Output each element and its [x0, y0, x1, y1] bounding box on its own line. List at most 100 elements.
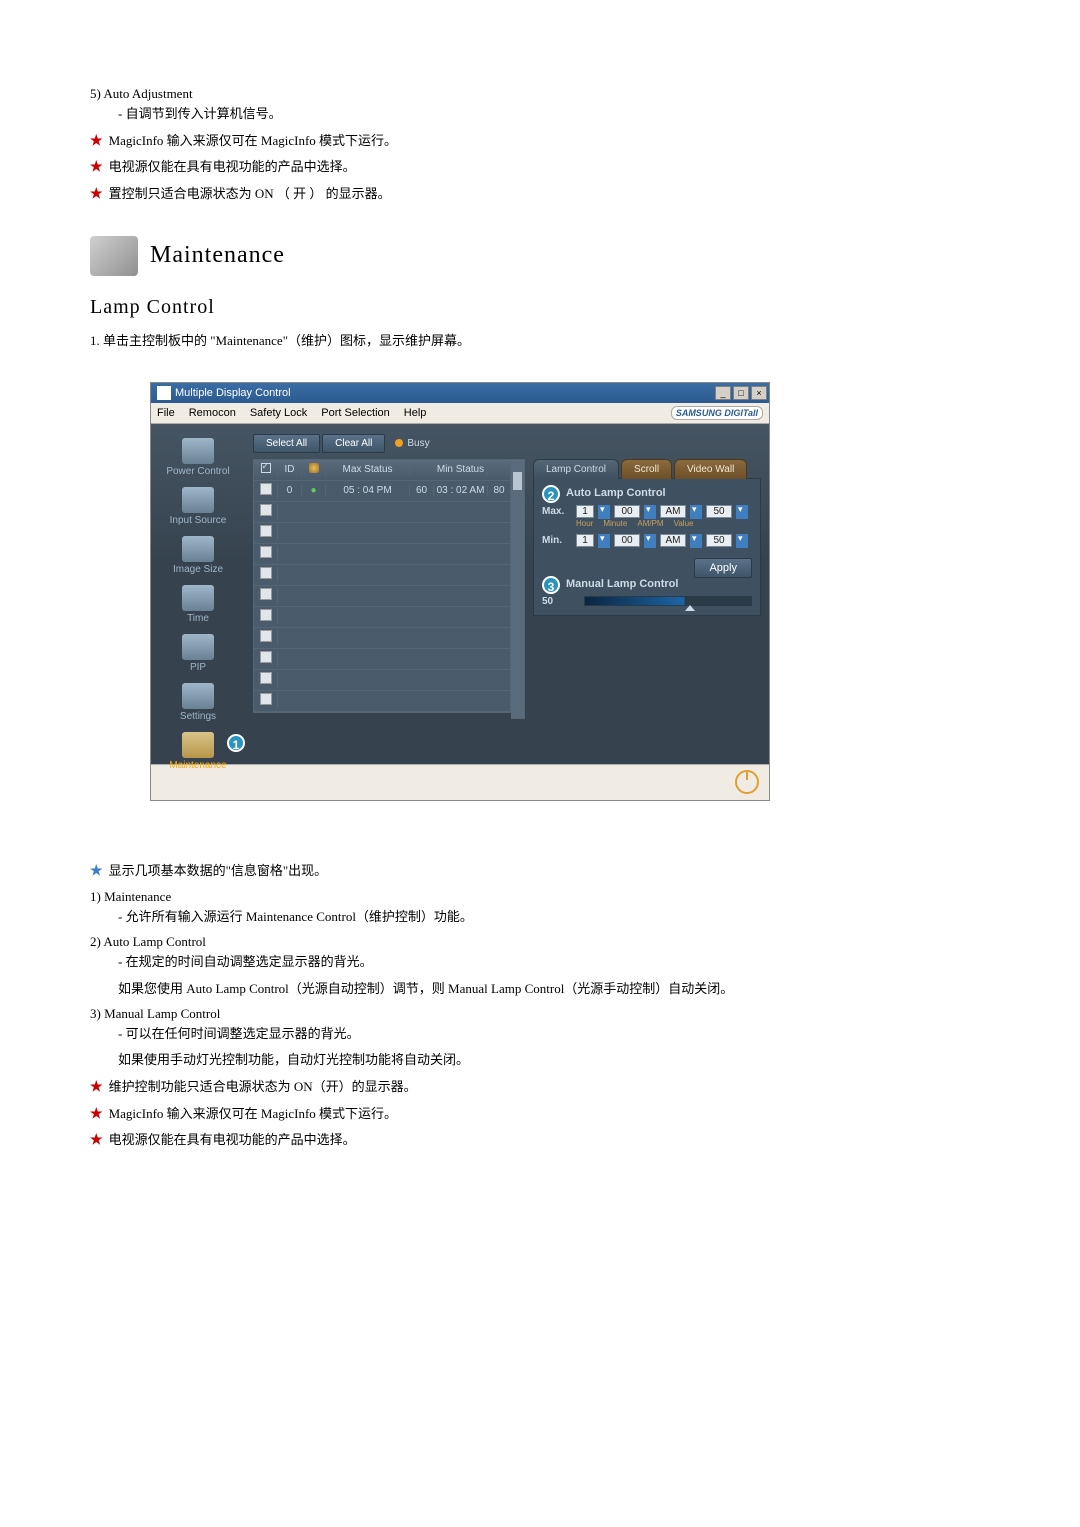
- busy-dot-icon: [395, 439, 403, 447]
- menu-remocon[interactable]: Remocon: [189, 407, 236, 419]
- tab-video-wall[interactable]: Video Wall: [674, 459, 747, 479]
- max-label: Max.: [542, 506, 572, 517]
- cell-id: 0: [278, 485, 302, 496]
- note-line-b: ★ 电视源仅能在具有电视功能的产品中选择。: [90, 157, 990, 179]
- menu-port-selection[interactable]: Port Selection: [321, 407, 389, 419]
- grid-scrollbar[interactable]: [511, 459, 525, 719]
- item-5-title: 5) Auto Adjustment: [90, 86, 990, 102]
- max-ampm-field[interactable]: AM: [660, 505, 686, 518]
- dropdown-icon[interactable]: [598, 534, 610, 548]
- table-row[interactable]: [254, 649, 510, 670]
- table-row[interactable]: [254, 607, 510, 628]
- app-icon: [157, 386, 171, 400]
- table-row[interactable]: [254, 691, 510, 712]
- table-row[interactable]: 0 ● 05 : 04 PM 60 03 : 02 AM 80: [254, 481, 510, 502]
- sub-ampm: AM/PM: [637, 519, 663, 528]
- dropdown-icon[interactable]: [690, 534, 702, 548]
- dropdown-icon[interactable]: [644, 505, 656, 519]
- cell-max: 05 : 04 PM: [326, 485, 410, 496]
- auto-lamp-label: 2 Auto Lamp Control: [566, 487, 752, 499]
- sidebar-item-power[interactable]: Power Control: [151, 434, 245, 483]
- menu-help[interactable]: Help: [404, 407, 427, 419]
- apply-button[interactable]: Apply: [694, 558, 752, 578]
- app-screenshot: Multiple Display Control _ □ × File Remo…: [150, 382, 990, 801]
- note-text: MagicInfo 输入来源仅可在 MagicInfo 模式下运行。: [109, 1104, 398, 1125]
- power-icon: [182, 438, 214, 464]
- note-line-c: ★ 置控制只适合电源状态为 ON （ 开 ） 的显示器。: [90, 184, 990, 206]
- sidebar: Power Control Input Source Image Size Ti…: [151, 424, 245, 764]
- minimize-button[interactable]: _: [715, 386, 731, 400]
- dropdown-icon[interactable]: [736, 534, 748, 548]
- min-value-field[interactable]: 50: [706, 534, 732, 547]
- menu-file[interactable]: File: [157, 407, 175, 419]
- maximize-button[interactable]: □: [733, 386, 749, 400]
- menu-safety-lock[interactable]: Safety Lock: [250, 407, 307, 419]
- maintenance-section-icon: [90, 236, 138, 276]
- table-row[interactable]: [254, 565, 510, 586]
- time-icon: [182, 585, 214, 611]
- item-5-desc: - 自调节到传入计算机信号。: [118, 104, 990, 125]
- sidebar-item-pip[interactable]: PIP: [151, 630, 245, 679]
- tab-scroll[interactable]: Scroll: [621, 459, 672, 479]
- sub-minute: Minute: [603, 519, 627, 528]
- maintenance-section-title: Maintenance: [150, 242, 285, 269]
- item-2-desc2: 如果您使用 Auto Lamp Control（光源自动控制）调节，则 Manu…: [118, 979, 990, 1000]
- lamp-control-heading: Lamp Control: [90, 296, 990, 319]
- min-minute-field[interactable]: 00: [614, 534, 640, 547]
- sidebar-item-time[interactable]: Time: [151, 581, 245, 630]
- table-row[interactable]: [254, 544, 510, 565]
- grid-header: ID Max Status Min Status: [254, 460, 510, 481]
- item-3-desc2: 如果使用手动灯光控制功能，自动灯光控制功能将自动关闭。: [118, 1050, 990, 1071]
- table-row[interactable]: [254, 523, 510, 544]
- star-icon: ★: [90, 131, 103, 153]
- callout-1-badge: 1: [227, 734, 245, 752]
- close-button[interactable]: ×: [751, 386, 767, 400]
- dropdown-icon[interactable]: [598, 505, 610, 519]
- item-2-title: 2) Auto Lamp Control: [90, 934, 990, 950]
- max-value-field[interactable]: 50: [706, 505, 732, 518]
- note-line-e: ★ MagicInfo 输入来源仅可在 MagicInfo 模式下运行。: [90, 1104, 990, 1126]
- table-row[interactable]: [254, 628, 510, 649]
- sidebar-item-label: Time: [151, 613, 245, 624]
- min-hour-field[interactable]: 1: [576, 534, 594, 547]
- manual-lamp-label: 3 Manual Lamp Control: [566, 578, 678, 590]
- dropdown-icon[interactable]: [644, 534, 656, 548]
- sidebar-item-image[interactable]: Image Size: [151, 532, 245, 581]
- dropdown-icon[interactable]: [736, 505, 748, 519]
- max-minute-field[interactable]: 00: [614, 505, 640, 518]
- star-icon: ★: [90, 157, 103, 179]
- sub-hour: Hour: [576, 519, 593, 528]
- note-line-d: ★ 维护控制功能只适合电源状态为 ON（开）的显示器。: [90, 1077, 990, 1099]
- table-row[interactable]: [254, 502, 510, 523]
- scroll-thumb[interactable]: [513, 472, 522, 490]
- clear-all-button[interactable]: Clear All: [322, 434, 385, 453]
- maintenance-icon: [182, 732, 214, 758]
- manual-lamp-slider[interactable]: [584, 596, 752, 606]
- power-button-icon[interactable]: [735, 770, 759, 794]
- sidebar-item-label: Input Source: [151, 515, 245, 526]
- item-3-title: 3) Manual Lamp Control: [90, 1006, 990, 1022]
- table-row[interactable]: [254, 586, 510, 607]
- dropdown-icon[interactable]: [690, 505, 702, 519]
- main-area: Select All Clear All Busy ID: [245, 424, 769, 764]
- select-all-button[interactable]: Select All: [253, 434, 320, 453]
- cell-min: 03 : 02 AM: [434, 485, 488, 496]
- min-ampm-field[interactable]: AM: [660, 534, 686, 547]
- note-text: 置控制只适合电源状态为 ON （ 开 ） 的显示器。: [109, 184, 391, 205]
- note-line-a: ★ MagicInfo 输入来源仅可在 MagicInfo 模式下运行。: [90, 131, 990, 153]
- sidebar-item-input[interactable]: Input Source: [151, 483, 245, 532]
- star-icon: ★: [90, 1077, 103, 1099]
- slider-thumb-icon[interactable]: [685, 605, 695, 611]
- check-all-icon[interactable]: [261, 463, 271, 473]
- input-source-icon: [182, 487, 214, 513]
- callout-3-badge: 3: [542, 576, 560, 594]
- callout-2-badge: 2: [542, 485, 560, 503]
- note-text: 电视源仅能在具有电视功能的产品中选择。: [109, 1130, 356, 1151]
- col-max-status: Max Status: [326, 464, 410, 475]
- sidebar-item-settings[interactable]: Settings: [151, 679, 245, 728]
- max-hour-field[interactable]: 1: [576, 505, 594, 518]
- tab-lamp-control[interactable]: Lamp Control: [533, 459, 619, 479]
- note-text: 维护控制功能只适合电源状态为 ON（开）的显示器。: [109, 1077, 417, 1098]
- star-icon: ★: [90, 1104, 103, 1126]
- table-row[interactable]: [254, 670, 510, 691]
